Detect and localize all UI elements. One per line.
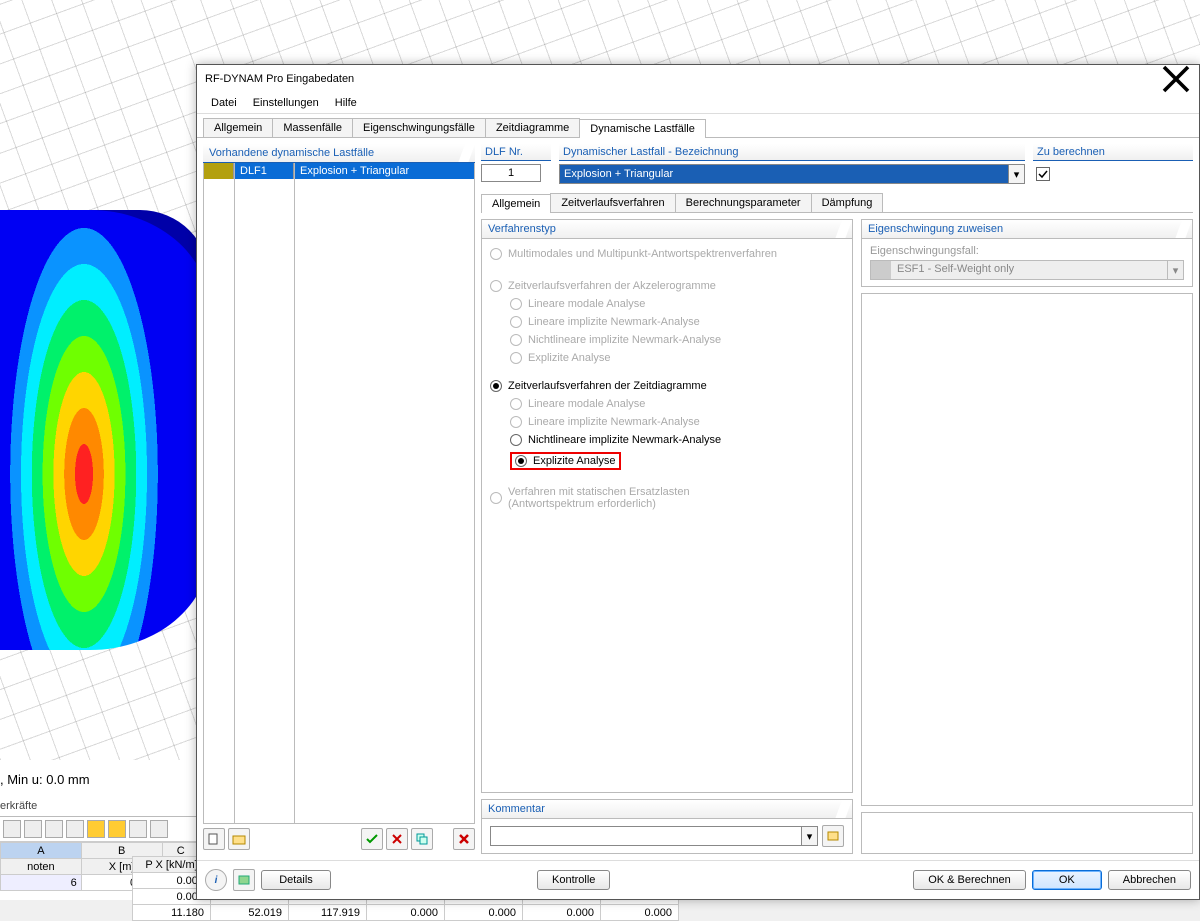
comment-combo[interactable]: ▾ (490, 826, 818, 846)
new-item-button[interactable] (203, 828, 225, 850)
dlf-nr-input[interactable] (481, 164, 541, 182)
main-tabs: Allgemein Massenfälle Eigenschwingungsfä… (197, 114, 1199, 138)
copy-button[interactable] (411, 828, 433, 850)
tab-dynamische-lastfaelle[interactable]: Dynamische Lastfälle (579, 119, 706, 138)
dlf-name: Explosion + Triangular (294, 163, 474, 179)
chevron-down-icon: ▾ (1167, 261, 1183, 279)
menu-datei[interactable]: Datei (205, 95, 243, 111)
cell[interactable]: 6 (1, 875, 82, 891)
dialog-rf-dynam: RF-DYNAM Pro Eingabedaten Datei Einstell… (196, 64, 1200, 900)
chevron-down-icon[interactable]: ▾ (801, 827, 817, 845)
radio-accel-explicit: Explizite Analyse (490, 349, 844, 367)
subtab-berechnungsparameter[interactable]: Berechnungsparameter (675, 193, 812, 212)
menubar: Datei Einstellungen Hilfe (197, 93, 1199, 114)
radio-td-linear-newmark: Lineare implizite Newmark-Analyse (490, 413, 844, 431)
col-header[interactable]: A (1, 843, 82, 859)
color-swatch-icon (871, 261, 891, 279)
dlf-list[interactable]: DLF1 Explosion + Triangular (203, 163, 475, 824)
ok-calc-button[interactable]: OK & Berechnen (913, 870, 1026, 890)
close-icon[interactable] (1161, 69, 1191, 89)
dlf-name-input[interactable] (560, 165, 1008, 183)
tab-zeitdiagramme[interactable]: Zeitdiagramme (485, 118, 580, 137)
sheet-tool-icon[interactable] (129, 820, 147, 838)
details-button[interactable]: Details (261, 870, 331, 890)
dlf-name-combo[interactable]: ▾ (559, 164, 1025, 184)
sheet-tool-icon[interactable] (87, 820, 105, 838)
status-text: , Min u: 0.0 mm (0, 772, 90, 787)
chevron-down-icon[interactable]: ▾ (1008, 165, 1024, 183)
eigen-header: Eigenschwingung zuweisen (862, 220, 1192, 239)
menu-hilfe[interactable]: Hilfe (329, 95, 363, 111)
radio-accel-linear-newmark: Lineare implizite Newmark-Analyse (490, 313, 844, 331)
tab-massenfaelle[interactable]: Massenfälle (272, 118, 353, 137)
sheet-tool-icon[interactable] (24, 820, 42, 838)
tab-allgemein[interactable]: Allgemein (203, 118, 273, 137)
uncheck-button[interactable] (386, 828, 408, 850)
sheet-tool-icon[interactable] (45, 820, 63, 838)
cancel-button[interactable]: Abbrechen (1108, 870, 1191, 890)
radio-accel-linear-modal: Lineare modale Analyse (490, 295, 844, 313)
check-all-button[interactable] (361, 828, 383, 850)
color-swatch-icon (204, 163, 234, 179)
comment-pick-button[interactable] (822, 825, 844, 847)
units-button[interactable] (233, 869, 255, 891)
comment-header: Kommentar (482, 800, 852, 819)
radio-td-nonlinear-newmark[interactable]: Nichtlineare implizite Newmark-Analyse (490, 431, 844, 449)
left-list-header: Vorhandene dynamische Lastfälle (203, 144, 475, 163)
dialog-title: RF-DYNAM Pro Eingabedaten (205, 73, 354, 85)
to-calc-checkbox[interactable] (1036, 167, 1050, 181)
sub-tabs: Allgemein Zeitverlaufsverfahren Berechnu… (481, 193, 1193, 213)
eigen-label: Eigenschwingungsfall: (870, 245, 1184, 257)
subtab-allgemein[interactable]: Allgemein (481, 194, 551, 213)
radio-static-equiv: Verfahren mit statischen Ersatzlasten (A… (490, 483, 844, 513)
eigen-combo: ESF1 - Self-Weight only ▾ (870, 260, 1184, 280)
radio-multimodal: Multimodales und Multipunkt-Antwortspekt… (490, 245, 844, 263)
list-item[interactable]: DLF1 Explosion + Triangular (204, 163, 474, 179)
model-cylinder (0, 210, 210, 650)
sheet-tool-icon[interactable] (3, 820, 21, 838)
kontrolle-button[interactable]: Kontrolle (537, 870, 610, 890)
radio-accel-nonlinear-newmark: Nichtlineare implizite Newmark-Analyse (490, 331, 844, 349)
ok-button[interactable]: OK (1032, 870, 1102, 890)
dlf-name-label: Dynamischer Lastfall - Bezeichnung (559, 144, 1025, 161)
subtab-zeitverlaufsverfahren[interactable]: Zeitverlaufsverfahren (550, 193, 675, 212)
sheet-tool-icon[interactable] (108, 820, 126, 838)
dlf-id: DLF1 (234, 163, 294, 179)
sheet-tool-icon[interactable] (66, 820, 84, 838)
menu-einstellungen[interactable]: Einstellungen (247, 95, 325, 111)
radio-timediagram-timehistory[interactable]: Zeitverlaufsverfahren der Zeitdiagramme (490, 377, 844, 395)
panel-label-truncated: erkräfte (0, 800, 37, 812)
dlf-nr-label: DLF Nr. (481, 144, 551, 161)
delete-button[interactable] (453, 828, 475, 850)
radio-td-explicit[interactable]: Explizite Analyse (490, 449, 844, 473)
new-folder-button[interactable] (228, 828, 250, 850)
radio-td-linear-modal: Lineare modale Analyse (490, 395, 844, 413)
sheet-tool-icon[interactable] (150, 820, 168, 838)
to-calc-label: Zu berechnen (1033, 144, 1193, 161)
radio-accel-timehistory: Zeitverlaufsverfahren der Akzelerogramme (490, 277, 844, 295)
comment-input[interactable] (491, 827, 801, 845)
tab-eigenschwingungsfaelle[interactable]: Eigenschwingungsfälle (352, 118, 486, 137)
col-sub: noten (1, 859, 82, 875)
help-button[interactable]: i (205, 869, 227, 891)
subtab-daempfung[interactable]: Dämpfung (811, 193, 884, 212)
proc-type-header: Verfahrenstyp (482, 220, 852, 239)
